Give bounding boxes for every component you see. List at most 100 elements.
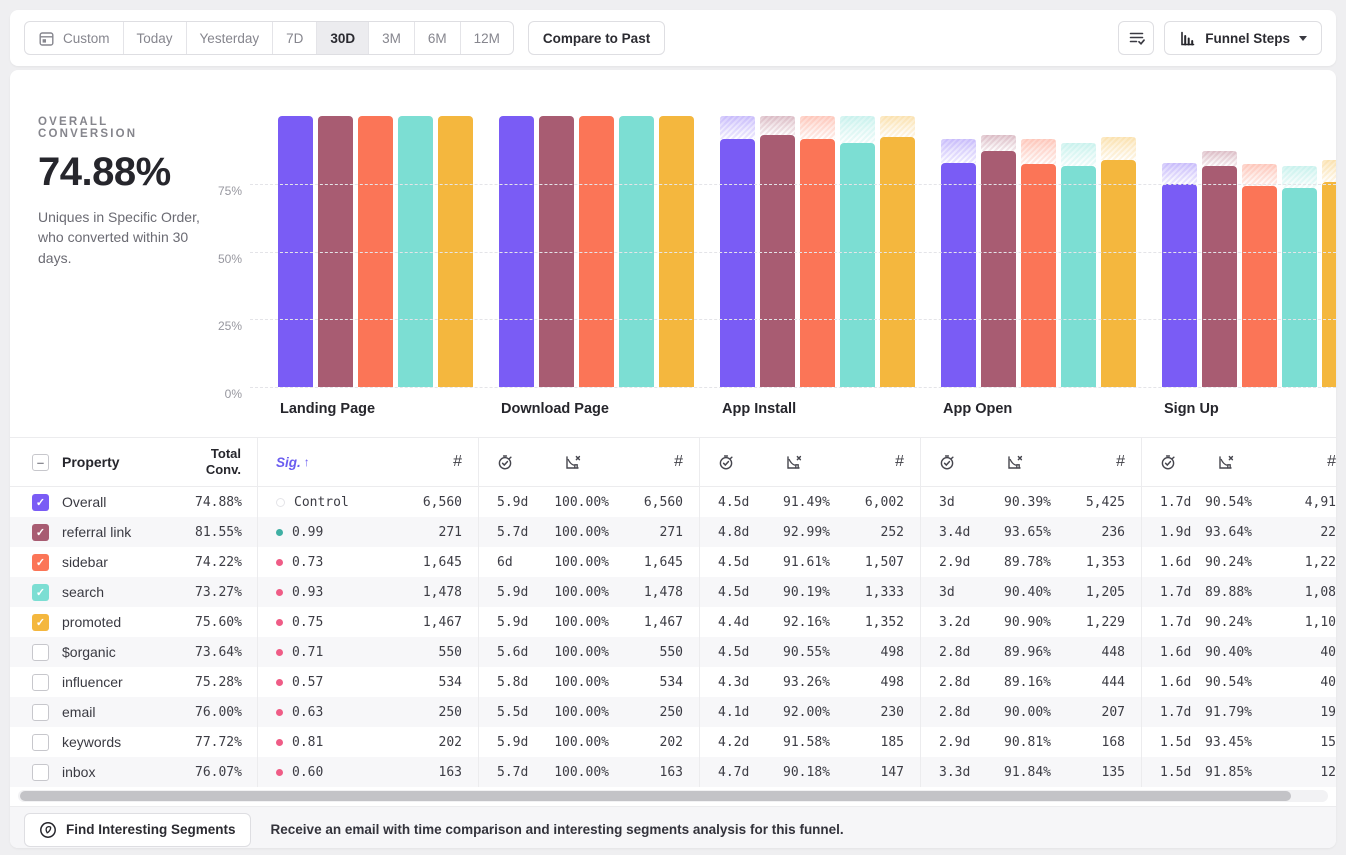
header-section-step-5: # — [1141, 438, 1336, 486]
section-step-3: 4.5d90.19%1,333 — [699, 577, 920, 607]
table-row: ✓Overall74.88%Control6,5605.9d100.00%6,5… — [10, 487, 1336, 517]
segment-checkbox[interactable] — [32, 734, 49, 751]
funnel-bar[interactable] — [760, 135, 795, 387]
date-range-label: Today — [137, 31, 173, 46]
significance-dot — [276, 529, 283, 536]
section-step-3: 4.7d90.18%147 — [699, 757, 920, 787]
time-to-convert: 2.9d — [921, 735, 979, 750]
segment-name: $organic — [62, 644, 195, 660]
funnel-bar[interactable] — [941, 163, 976, 387]
step-count: 550 — [388, 645, 478, 660]
segment-checkbox[interactable]: ✓ — [32, 584, 49, 601]
bar-Overall — [1162, 163, 1197, 387]
segment-checkbox[interactable]: ✓ — [32, 554, 49, 571]
total-conversion-value: 81.55% — [195, 525, 257, 540]
section-step-5: 1.7d90.54%4,91 — [1141, 487, 1336, 517]
filter-check-icon — [1128, 30, 1145, 46]
time-to-convert: 2.8d — [921, 705, 979, 720]
bar-promoted — [1322, 160, 1336, 387]
segment-checkbox[interactable] — [32, 764, 49, 781]
funnel-bar[interactable] — [880, 137, 915, 387]
funnel-bar[interactable] — [1162, 184, 1197, 387]
segment-name: sidebar — [62, 554, 195, 570]
significance-dot — [276, 649, 283, 656]
compare-to-past-button[interactable]: Compare to Past — [528, 21, 665, 55]
count-column-header: # — [388, 453, 478, 471]
time-to-convert: 3d — [921, 495, 979, 510]
horizontal-scrollbar-thumb[interactable] — [20, 791, 1291, 801]
funnel-bar[interactable] — [1021, 164, 1056, 387]
funnel-bar[interactable] — [1101, 160, 1136, 387]
significance-cell: 0.81 — [258, 735, 388, 750]
checkbox-cell — [10, 674, 62, 691]
step-count: 252 — [830, 525, 920, 540]
conversion-rate-column-header — [758, 454, 830, 471]
significance-value: 0.60 — [292, 765, 323, 780]
section-step-2: 5.6d100.00%550 — [478, 637, 699, 667]
step-count: 147 — [830, 765, 920, 780]
segment-checkbox[interactable] — [32, 674, 49, 691]
conversion-chart-icon — [564, 454, 582, 471]
segment-checkbox[interactable]: ✓ — [32, 524, 49, 541]
section-step-2: 5.9d100.00%6,560 — [478, 487, 699, 517]
section-step-5: 1.5d91.85%12 — [1141, 757, 1336, 787]
header-section-step-3: # — [699, 438, 920, 486]
funnel-bar[interactable] — [720, 139, 755, 387]
section-step-5: 1.7d91.79%19 — [1141, 697, 1336, 727]
step-count: 1,229 — [1051, 615, 1141, 630]
conversion-chart-icon — [785, 454, 803, 471]
property-cell: ✓Overall74.88% — [10, 487, 257, 517]
date-range-yesterday[interactable]: Yesterday — [187, 22, 274, 54]
funnel-bar[interactable] — [1282, 188, 1317, 387]
funnel-bar[interactable] — [1202, 166, 1237, 387]
segment-checkbox[interactable]: ✓ — [32, 614, 49, 631]
funnel-steps-dropdown[interactable]: Funnel Steps — [1164, 21, 1322, 55]
conversion-rate: 100.00% — [537, 735, 609, 750]
time-to-convert: 3.4d — [921, 525, 979, 540]
total-conversion-value: 74.22% — [195, 555, 257, 570]
filter-list-button[interactable] — [1118, 21, 1154, 55]
date-range-3m[interactable]: 3M — [369, 22, 415, 54]
segment-checkbox[interactable] — [32, 644, 49, 661]
step-label: App Install — [722, 401, 796, 417]
section-step-4: 3d90.40%1,205 — [920, 577, 1141, 607]
step-count: 1,10 — [1252, 615, 1336, 630]
step-count: 1,352 — [830, 615, 920, 630]
time-to-convert: 5.9d — [479, 495, 537, 510]
select-all-checkbox[interactable]: – — [32, 454, 49, 471]
table-row: ✓search73.27%0.931,4785.9d100.00%1,4784.… — [10, 577, 1336, 607]
funnel-bar[interactable] — [981, 151, 1016, 387]
funnel-bar[interactable] — [840, 143, 875, 387]
funnel-bar[interactable] — [800, 139, 835, 387]
funnel-bar[interactable] — [1061, 166, 1096, 387]
step-count: 1,205 — [1051, 585, 1141, 600]
previous-step-ghost — [1282, 166, 1317, 188]
total-conversion-column-header: Total Conv. — [195, 446, 257, 479]
bar-search — [1282, 166, 1317, 387]
time-to-convert: 3.2d — [921, 615, 979, 630]
funnel-bar[interactable] — [1322, 182, 1336, 387]
significance-value: 0.71 — [292, 645, 323, 660]
date-range-12m[interactable]: 12M — [461, 22, 513, 54]
significance-dot — [276, 769, 283, 776]
date-range-today[interactable]: Today — [124, 22, 187, 54]
time-to-convert: 1.9d — [1142, 525, 1200, 540]
time-to-convert-column-header — [1142, 454, 1200, 471]
funnel-bar[interactable] — [1242, 186, 1277, 387]
date-range-label: Yesterday — [200, 31, 260, 46]
significance-column-header[interactable]: Sig.↑ — [258, 455, 388, 470]
date-range-6m[interactable]: 6M — [415, 22, 461, 54]
segment-checkbox[interactable] — [32, 704, 49, 721]
property-cell: email76.00% — [10, 697, 257, 727]
time-to-convert: 4.5d — [700, 585, 758, 600]
date-range-custom[interactable]: Custom — [25, 22, 124, 54]
find-interesting-segments-button[interactable]: Find Interesting Segments — [24, 813, 251, 847]
segment-checkbox[interactable]: ✓ — [32, 494, 49, 511]
date-range-30d[interactable]: 30D — [317, 22, 369, 54]
count-column-header: # — [1252, 453, 1336, 471]
date-range-7d[interactable]: 7D — [273, 22, 317, 54]
step-count: 1,645 — [388, 555, 478, 570]
previous-step-ghost — [1322, 160, 1336, 182]
bar-referral-link — [981, 135, 1016, 387]
significance-cell: 0.99 — [258, 525, 388, 540]
